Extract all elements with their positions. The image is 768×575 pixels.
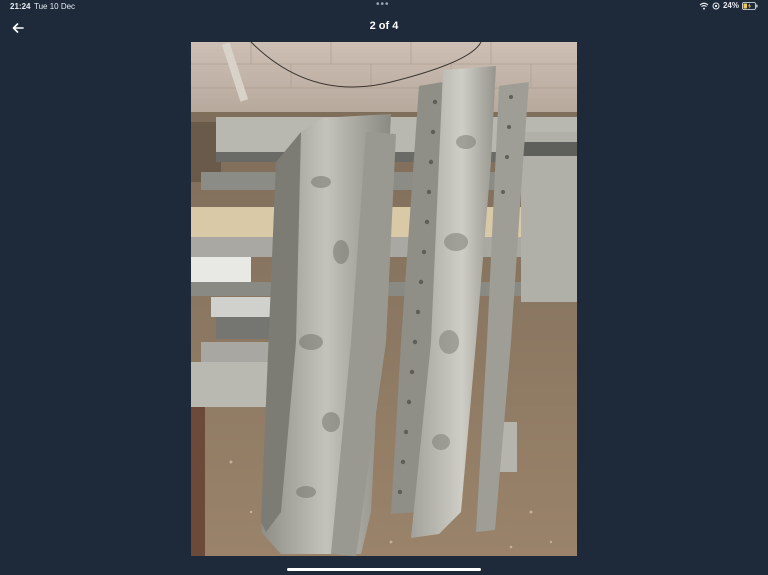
wifi-icon [699,2,709,10]
more-dots-icon[interactable]: ••• [376,0,390,10]
nav-bar: 2 of 4 [0,16,768,38]
status-indicators: 24% [699,1,758,10]
battery-percent: 24% [722,1,739,10]
status-date: Tue 10 Dec [34,2,76,11]
status-bar: 21:24 Tue 10 Dec ••• 24% [0,0,768,14]
orientation-lock-icon [712,2,720,10]
galvanized-metal-sheets-photo [191,42,577,556]
page-counter: 2 of 4 [369,20,399,32]
status-time: 21:24 [10,2,31,11]
photo-viewer-image[interactable] [191,42,577,556]
home-indicator[interactable] [287,568,481,571]
battery-charging-icon [742,1,758,10]
